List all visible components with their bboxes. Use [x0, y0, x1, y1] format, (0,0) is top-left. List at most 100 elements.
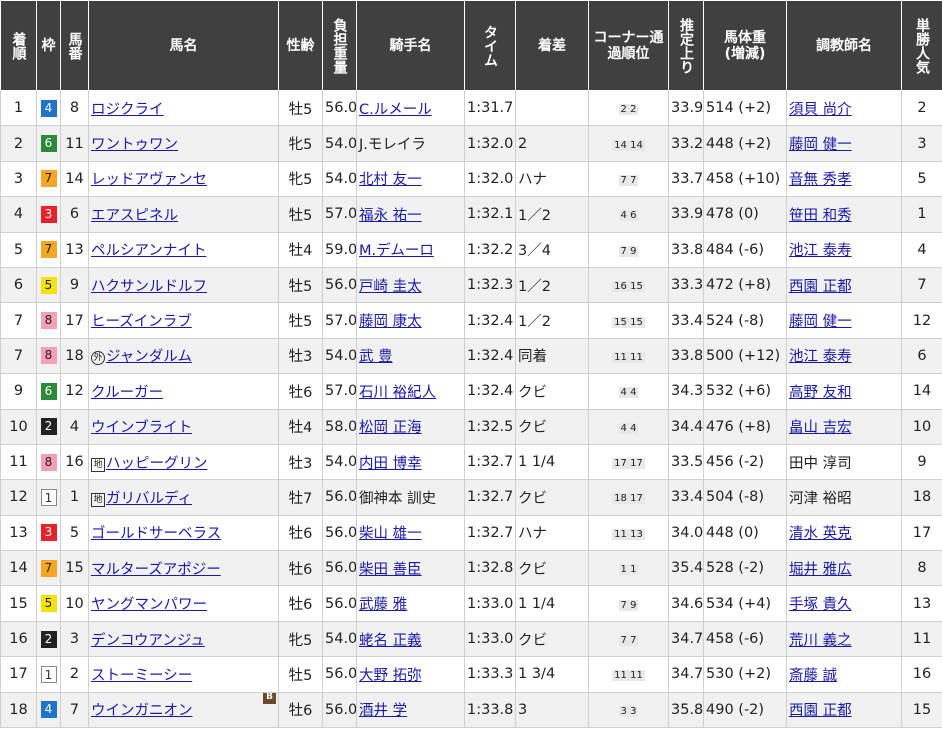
margin: 1／2	[515, 196, 589, 233]
corner-cell: 7 7	[588, 620, 669, 658]
horse-number: 1	[60, 479, 89, 516]
header-corner: コーナー通過順位	[588, 0, 669, 91]
margin: ハナ	[515, 514, 589, 552]
horse-name-link[interactable]: デンコウアンジュ	[91, 633, 205, 649]
horse-name-link[interactable]: ジャンダルム	[106, 349, 192, 365]
waku-badge: 3	[40, 524, 57, 542]
race-time: 1:32.7	[464, 443, 516, 481]
corner-cell: 16 15	[588, 266, 669, 304]
jockey-link[interactable]: 柴山 雄一	[359, 526, 422, 542]
jockey-link[interactable]: 石川 裕紀人	[359, 385, 436, 401]
horse-name-link[interactable]: ウインブライト	[91, 420, 192, 436]
trainer-cell: 畠山 吉宏	[786, 408, 902, 445]
table-row: 6 5 9 ハクサンルドルフ 牡5 56.0 戸崎 圭太 1:32.3 1／2 16 15 33.3…	[0, 266, 942, 304]
header-bataiju-sub: (増減)	[724, 45, 766, 62]
trainer-link[interactable]: 畠山 吉宏	[789, 420, 852, 436]
finish-position: 4	[0, 196, 37, 233]
horse-name-link[interactable]: ロジクライ	[91, 102, 164, 118]
jockey-cell: 福永 祐一	[356, 196, 465, 233]
horse-name-link[interactable]: ワントゥワン	[91, 137, 178, 153]
race-time: 1:32.7	[464, 514, 516, 552]
jockey-link[interactable]: 松岡 正海	[359, 420, 422, 436]
trainer-link[interactable]: 笹田 和秀	[789, 208, 852, 224]
margin: クビ	[515, 373, 589, 410]
horse-name-link[interactable]: マルターズアポジー	[91, 562, 221, 578]
popularity: 16	[901, 656, 942, 693]
jockey-link[interactable]: C.ルメール	[359, 102, 432, 118]
corner-cell: 4 6	[588, 196, 669, 233]
sex-age: 牡5	[278, 196, 323, 233]
jockey-cell: 松岡 正海	[356, 408, 465, 445]
horse-name-cell: ヤングマンパワー	[88, 585, 279, 622]
sex-age: 牡6	[278, 550, 323, 587]
horse-name-link[interactable]: ガリバルディ	[106, 491, 192, 507]
trainer-link[interactable]: 西園 正都	[789, 279, 852, 295]
last-3f: 34.7	[668, 620, 704, 658]
jockey-link[interactable]: 藤岡 康太	[359, 314, 422, 330]
race-time: 1:32.5	[464, 408, 516, 445]
horse-name-cell: ゴールドサーベラス	[88, 514, 279, 552]
trainer-link[interactable]: 清水 英克	[789, 526, 852, 542]
jockey-link[interactable]: 北村 友一	[359, 172, 422, 188]
horse-name-cell: ハクサンルドルフ	[88, 266, 279, 304]
horse-name-link[interactable]: ペルシアンナイト	[91, 243, 206, 259]
trainer-link[interactable]: 手塚 貴久	[789, 597, 852, 613]
trainer-link[interactable]: 藤岡 健一	[789, 137, 852, 153]
weight-carried: 57.0	[322, 373, 357, 410]
jockey-link[interactable]: 戸崎 圭太	[359, 279, 422, 295]
jockey-link[interactable]: M.デムーロ	[359, 243, 434, 259]
trainer-link[interactable]: 斎藤 誠	[789, 668, 837, 684]
table-row: 14 7 15 マルターズアポジー 牡6 56.0 柴田 善臣 1:32.8 クビ 1 1 35.4…	[0, 550, 942, 587]
header-seirei: 性齢	[278, 0, 323, 91]
jockey-link[interactable]: 大野 拓弥	[359, 668, 422, 684]
horse-name-link[interactable]: ハクサンルドルフ	[91, 279, 207, 295]
trainer-link[interactable]: 荒川 義之	[789, 633, 852, 649]
trainer-cell: 西園 正都	[786, 266, 902, 304]
header-chakujun: 着順	[0, 0, 37, 91]
jockey-cell: M.デムーロ	[356, 231, 465, 268]
horse-name-link[interactable]: ストーミーシー	[91, 668, 192, 684]
finish-position: 1	[0, 89, 37, 127]
waku-cell: 8	[36, 302, 61, 339]
horse-name-link[interactable]: ゴールドサーベラス	[91, 526, 221, 542]
trainer-link[interactable]: 池江 泰寿	[789, 243, 852, 259]
waku-badge: 8	[40, 347, 57, 365]
horse-name-link[interactable]: ヒーズインラブ	[91, 314, 192, 330]
race-time: 1:32.8	[464, 550, 516, 587]
finish-position: 2	[0, 125, 37, 162]
trainer-link[interactable]: 須貝 尚介	[789, 102, 852, 118]
sex-age: 牡7	[278, 479, 323, 516]
horse-name-link[interactable]: クルーガー	[91, 385, 163, 401]
table-row: 4 3 6 エアスピネル 牡5 57.0 福永 祐一 1:32.1 1／2 4 6 33.9 478 …	[0, 196, 942, 233]
horse-name-link[interactable]: レッドアヴァンセ	[91, 172, 207, 188]
finish-position: 9	[0, 373, 37, 410]
horse-name-link[interactable]: ハッピーグリン	[106, 456, 208, 472]
jockey-link[interactable]: 蛯名 正義	[359, 633, 422, 649]
corner-positions: 17 17	[612, 458, 645, 470]
table-row: 2 6 11 ワントゥワン 牝5 54.0 J.モレイラ 1:32.0 2 14 14 33.2 44…	[0, 125, 942, 162]
jockey-link[interactable]: 福永 祐一	[359, 208, 422, 224]
trainer-name: 田中 淳司	[789, 455, 852, 472]
jockey-link[interactable]: 武藤 雅	[359, 597, 407, 613]
horse-name-link[interactable]: エアスピネル	[91, 208, 178, 224]
trainer-link[interactable]: 堀井 雅広	[789, 562, 852, 578]
horse-name-link[interactable]: ヤングマンパワー	[91, 597, 207, 613]
horse-name-link[interactable]: ウインガニオン	[91, 703, 193, 719]
trainer-link[interactable]: 音無 秀孝	[789, 172, 852, 188]
trainer-cell: 河津 裕昭	[786, 479, 902, 516]
trainer-link[interactable]: 池江 泰寿	[789, 349, 852, 365]
trainer-link[interactable]: 藤岡 健一	[789, 314, 852, 330]
jockey-link[interactable]: 柴田 善臣	[359, 562, 422, 578]
trainer-link[interactable]: 西園 正都	[789, 703, 852, 719]
jockey-link[interactable]: 内田 博幸	[359, 456, 422, 472]
jockey-cell: 御神本 訓史	[356, 479, 465, 516]
last-3f: 33.8	[668, 231, 704, 268]
waku-cell: 5	[36, 585, 61, 622]
jockey-link[interactable]: 酒井 学	[359, 703, 407, 719]
jockey-cell: 蛯名 正義	[356, 620, 465, 658]
jockey-link[interactable]: 武 豊	[359, 349, 393, 365]
race-time: 1:32.7	[464, 479, 516, 516]
horse-number: 8	[60, 89, 89, 127]
trainer-link[interactable]: 高野 友和	[789, 385, 852, 401]
table-row: 15 5 10 ヤングマンパワー 牡6 56.0 武藤 雅 1:33.0 1 1/4 7 9 34.…	[0, 585, 942, 622]
